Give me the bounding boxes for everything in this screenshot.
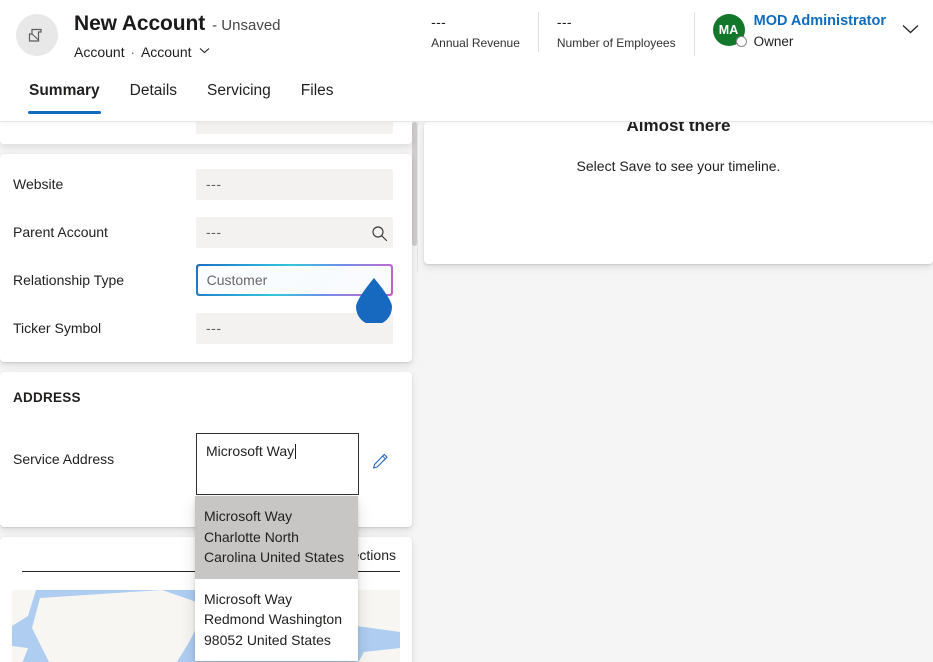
presence-indicator-icon xyxy=(735,36,747,47)
account-entity-icon xyxy=(16,14,58,56)
field-row-parent-account: Parent Account --- xyxy=(0,208,412,256)
stat-value: --- xyxy=(431,14,447,30)
website-input[interactable]: --- xyxy=(196,168,393,200)
partial-field-card xyxy=(0,122,412,144)
field-row-website: Website --- xyxy=(0,160,412,208)
header-top-row: New Account - Unsaved Account · Account … xyxy=(0,0,933,76)
stat-label: Annual Revenue xyxy=(431,36,520,50)
relationship-type-ai-field[interactable]: Customer xyxy=(196,264,393,296)
page-title: New Account xyxy=(74,12,206,35)
form-tabs: Summary Details Servicing Files xyxy=(0,76,349,114)
timeline-empty-subtitle: Select Save to see your timeline. xyxy=(576,158,781,174)
search-icon[interactable] xyxy=(371,225,388,247)
breadcrumb-entity[interactable]: Account xyxy=(74,44,125,60)
title-block: New Account - Unsaved Account · Account xyxy=(74,12,281,60)
service-address-text: Microsoft Way xyxy=(206,443,295,459)
tab-files[interactable]: Files xyxy=(286,76,349,114)
autocomplete-line: Microsoft Way xyxy=(204,590,293,607)
chevron-down-icon[interactable] xyxy=(199,46,210,56)
right-column: Almost there Select Save to see your tim… xyxy=(424,122,933,662)
field-label: Relationship Type xyxy=(13,272,125,288)
timeline-empty-title: Almost there xyxy=(626,122,731,135)
field-label: Parent Account xyxy=(13,224,108,240)
autocomplete-line: 98052 United States xyxy=(204,631,331,648)
chevron-down-icon[interactable] xyxy=(902,21,919,39)
owner-text: MOD Administrator Owner xyxy=(754,12,886,51)
tab-details[interactable]: Details xyxy=(115,76,192,114)
owner-role-label: Owner xyxy=(753,34,794,49)
autocomplete-option[interactable]: Microsoft Way Charlotte North Carolina U… xyxy=(195,496,358,579)
field-row-relationship-type: Relationship Type Customer xyxy=(0,256,412,304)
field-control: --- xyxy=(196,168,412,200)
autocomplete-line: Microsoft Way xyxy=(204,508,293,524)
autocomplete-line: Redmond Washington xyxy=(204,611,343,627)
vertical-scrollbar[interactable] xyxy=(412,122,417,246)
avatar[interactable]: MA xyxy=(712,14,747,47)
text-caret xyxy=(295,444,297,459)
header-divider xyxy=(693,12,695,56)
column-divider xyxy=(417,122,418,272)
breadcrumb: Account · Account xyxy=(74,44,281,60)
account-form-page: New Account - Unsaved Account · Account … xyxy=(0,0,933,662)
form-body: Website --- Parent Account --- Relations… xyxy=(0,122,933,662)
page-header: New Account - Unsaved Account · Account … xyxy=(0,0,933,122)
service-address-input[interactable]: Microsoft Way xyxy=(196,433,359,495)
field-label: Website xyxy=(13,176,64,192)
scrolled-field-input[interactable] xyxy=(196,122,393,134)
field-control: Customer xyxy=(196,264,412,296)
stat-label: Number of Employees xyxy=(556,36,676,50)
breadcrumb-form[interactable]: Account xyxy=(141,44,192,60)
breadcrumb-separator: · xyxy=(130,44,135,60)
field-control: --- xyxy=(196,216,412,248)
tab-label: Details xyxy=(129,82,178,99)
owner-name[interactable]: MOD Administrator xyxy=(754,12,886,31)
save-status: - Unsaved xyxy=(212,17,281,34)
general-fields-card: Website --- Parent Account --- Relations… xyxy=(0,154,412,362)
header-divider xyxy=(0,121,933,122)
address-autocomplete-dropdown[interactable]: Microsoft Way Charlotte North Carolina U… xyxy=(195,496,358,661)
stat-value: --- xyxy=(556,14,572,30)
autocomplete-line: Carolina United States xyxy=(204,549,345,565)
tab-label: Summary xyxy=(29,82,100,99)
field-label: Service Address xyxy=(13,451,115,467)
field-label: Ticker Symbol xyxy=(13,320,102,336)
tab-summary[interactable]: Summary xyxy=(14,76,115,114)
stat-number-of-employees: --- Number of Employees xyxy=(537,12,694,52)
stat-annual-revenue: --- Annual Revenue xyxy=(413,12,538,52)
parent-account-input[interactable]: --- xyxy=(196,216,393,248)
tab-label: Files xyxy=(300,82,334,99)
field-control: Microsoft Way xyxy=(196,433,412,495)
autocomplete-option[interactable]: Microsoft Way Redmond Washington 98052 U… xyxy=(195,579,358,662)
timeline-card: Almost there Select Save to see your tim… xyxy=(424,122,933,264)
pencil-icon[interactable] xyxy=(371,452,390,476)
ticker-symbol-input[interactable]: --- xyxy=(196,312,393,344)
owner-card[interactable]: MA MOD Administrator Owner xyxy=(699,12,919,51)
relationship-type-input[interactable]: Customer xyxy=(197,265,392,295)
tab-label: Servicing xyxy=(207,82,271,99)
field-control: --- xyxy=(196,312,412,344)
tab-servicing[interactable]: Servicing xyxy=(192,76,286,114)
field-row-ticker-symbol: Ticker Symbol --- xyxy=(0,304,412,352)
header-stats: --- Annual Revenue --- Number of Employe… xyxy=(413,12,919,56)
address-section-heading: ADDRESS xyxy=(13,390,81,405)
autocomplete-line: Charlotte North xyxy=(204,528,299,545)
